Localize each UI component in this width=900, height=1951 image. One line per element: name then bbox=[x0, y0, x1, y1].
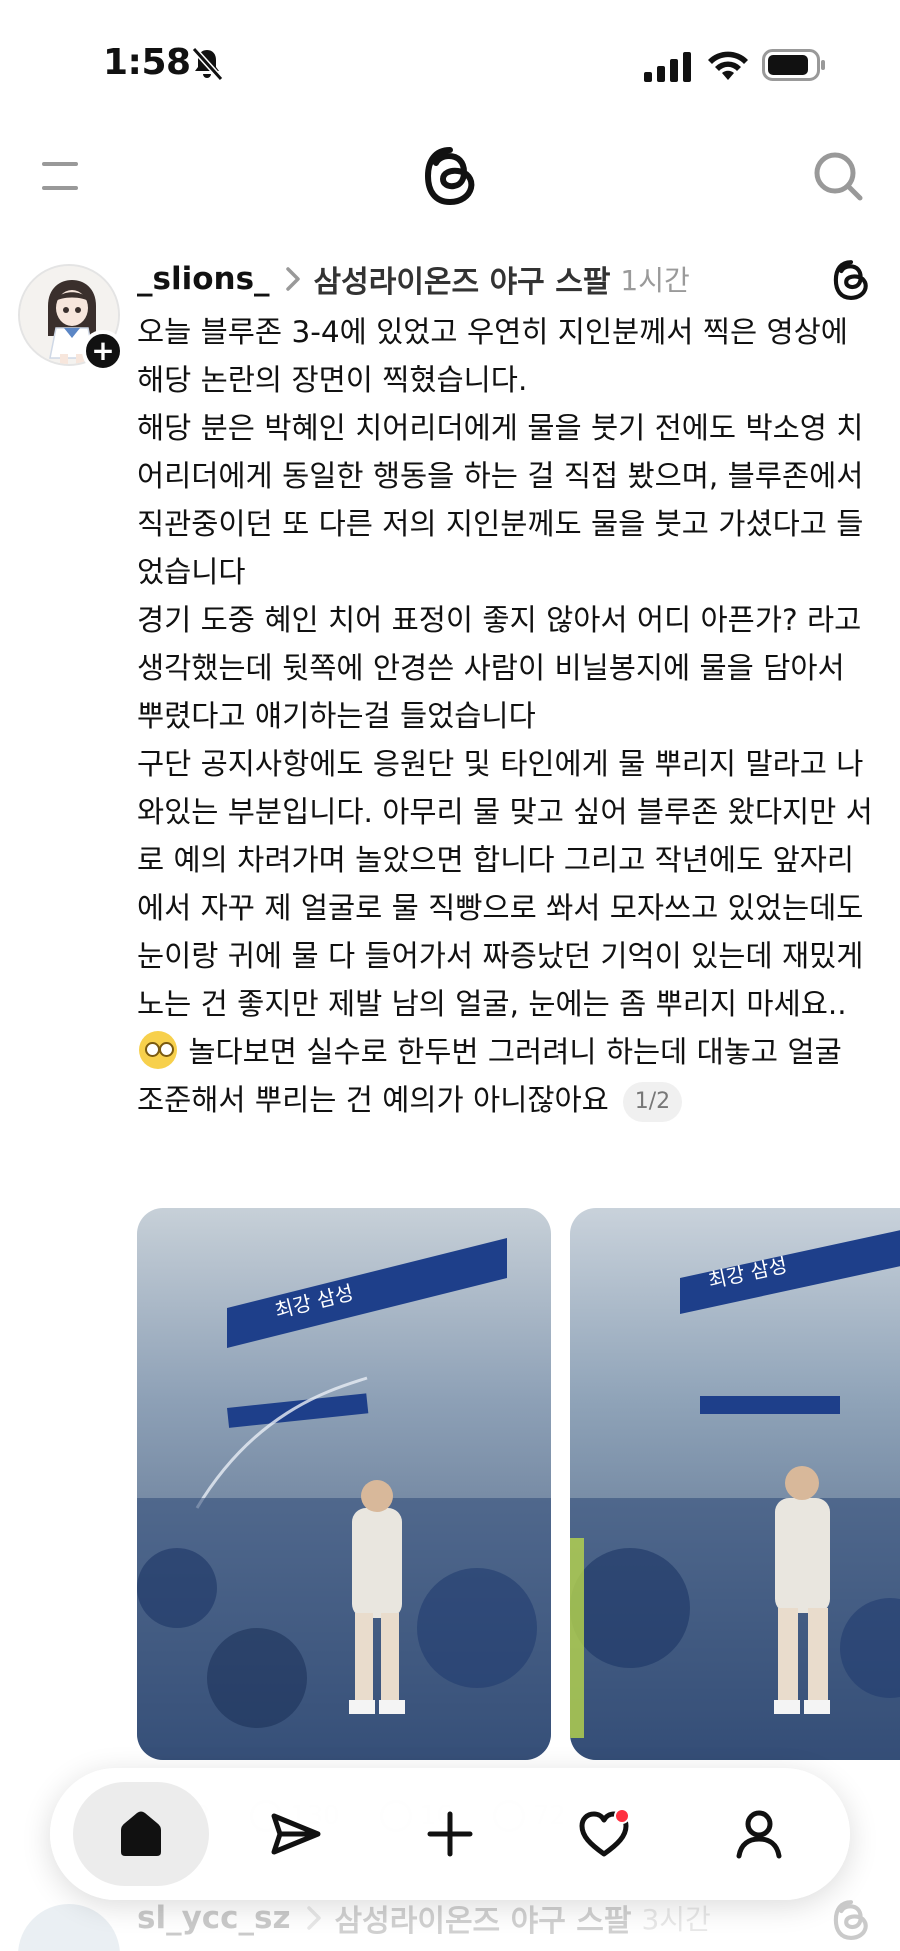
username[interactable]: sl_ycc_sz bbox=[137, 1900, 291, 1936]
heart-icon bbox=[579, 1808, 631, 1857]
stadium-photo: 최강 삼성 bbox=[570, 1208, 900, 1760]
post-paragraph-part: 구단 공지사항에도 응원단 및 타인에게 물 뿌리지 말라고 나와있는 부분입니… bbox=[137, 747, 873, 1021]
post-paragraph: 구단 공지사항에도 응원단 및 타인에게 물 뿌리지 말라고 나와있는 부분입니… bbox=[137, 740, 877, 1124]
threads-icon[interactable] bbox=[830, 1898, 872, 1942]
search-icon[interactable] bbox=[812, 150, 864, 202]
menu-icon[interactable] bbox=[40, 160, 80, 192]
battery-icon bbox=[762, 49, 825, 81]
stadium-photo: 최강 삼성 bbox=[137, 1208, 551, 1760]
follow-plus-button[interactable]: + bbox=[82, 330, 124, 372]
rolling-eyes-emoji-icon bbox=[139, 1031, 177, 1069]
status-time: 1:58 bbox=[103, 42, 191, 83]
tab-send[interactable] bbox=[228, 1782, 364, 1886]
send-icon bbox=[271, 1813, 321, 1855]
tab-profile[interactable] bbox=[691, 1782, 827, 1886]
username[interactable]: _slions_ bbox=[137, 261, 270, 297]
tab-create[interactable] bbox=[382, 1782, 518, 1886]
cellular-signal-icon bbox=[644, 52, 691, 82]
threads-logo-icon[interactable] bbox=[420, 144, 480, 208]
home-icon bbox=[121, 1811, 162, 1856]
status-bar: 1:58 bbox=[0, 0, 900, 130]
community-name[interactable]: 삼성라이온즈 야구 스팔 bbox=[335, 1896, 632, 1940]
plus-icon bbox=[427, 1811, 473, 1857]
profile-icon bbox=[736, 1810, 782, 1859]
post-paragraph: 경기 도중 혜인 치어 표정이 좋지 않아서 어디 아픈가? 라고 생각했는데 … bbox=[137, 603, 862, 733]
page-indicator: 1/2 bbox=[622, 1082, 683, 1122]
wifi-icon bbox=[708, 51, 748, 80]
bottom-tab-bar bbox=[50, 1768, 850, 1900]
post-time: 3시간 bbox=[641, 1903, 711, 1936]
post-header: _slions_ 삼성라이온즈 야구 스팔 1시간 bbox=[137, 256, 690, 302]
tab-home[interactable] bbox=[73, 1782, 210, 1886]
post-time: 1시간 bbox=[620, 264, 690, 297]
chevron-right-icon bbox=[285, 267, 300, 291]
tab-activity[interactable] bbox=[536, 1782, 672, 1886]
post-paragraph-part: 놀다보면 실수로 한두번 그러려니 하는데 대놓고 얼굴 조준해서 뿌리는 건 … bbox=[137, 1035, 842, 1117]
chevron-right-icon bbox=[306, 1906, 321, 1930]
community-name[interactable]: 삼성라이온즈 야구 스팔 bbox=[314, 257, 611, 301]
bell-slash-icon bbox=[191, 46, 224, 82]
post-image-2[interactable]: 최강 삼성 bbox=[570, 1208, 900, 1760]
post-paragraph: 오늘 블루존 3-4에 있었고 우연히 지인분께서 찍은 영상에 해당 논란의 … bbox=[137, 315, 848, 397]
post-image-1[interactable]: 최강 삼성 bbox=[137, 1208, 551, 1760]
post-paragraph: 해당 분은 박혜인 치어리더에게 물을 붓기 전에도 박소영 치어리더에게 동일… bbox=[137, 411, 864, 589]
post-header: sl_ycc_sz 삼성라이온즈 야구 스팔 3시간 bbox=[137, 1896, 711, 1940]
notification-dot bbox=[614, 1808, 631, 1824]
threads-icon[interactable] bbox=[830, 258, 872, 302]
avatar[interactable] bbox=[18, 1904, 120, 1951]
post-text: 오늘 블루존 3-4에 있었고 우연히 지인분께서 찍은 영상에 해당 논란의 … bbox=[137, 308, 877, 1124]
